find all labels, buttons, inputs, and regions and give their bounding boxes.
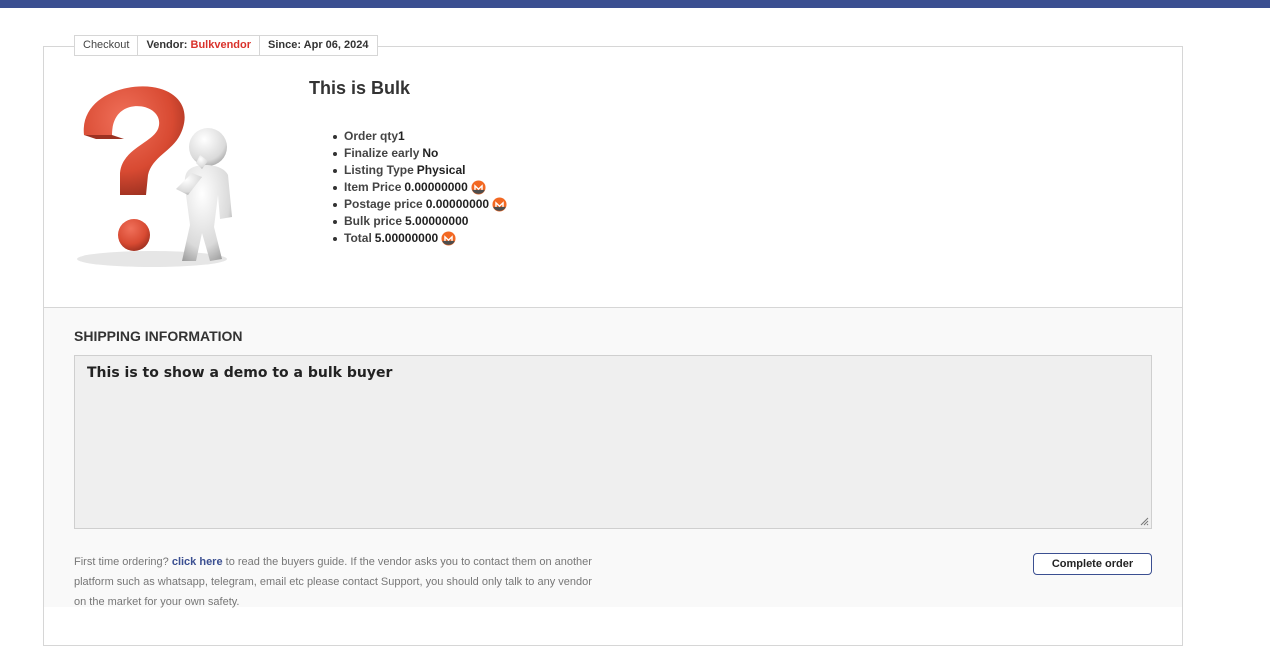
monero-icon bbox=[441, 231, 456, 246]
order-detail-item: Bulk price 5.00000000 bbox=[333, 213, 507, 230]
order-detail-item: Total 5.00000000 bbox=[333, 230, 507, 247]
buyers-guide-link[interactable]: click here bbox=[172, 556, 223, 568]
bullet-icon bbox=[333, 236, 337, 241]
detail-value: No bbox=[422, 146, 439, 160]
detail-label: Postage price bbox=[344, 197, 423, 211]
detail-label: Order qty bbox=[344, 129, 399, 143]
detail-value: 5.00000000 bbox=[405, 214, 469, 228]
top-bar bbox=[0, 0, 1270, 8]
shipping-title: SHIPPING INFORMATION bbox=[74, 328, 243, 344]
detail-label: Bulk price bbox=[344, 214, 403, 228]
monero-icon bbox=[492, 197, 507, 212]
bullet-icon bbox=[333, 185, 337, 190]
product-title: This is Bulk bbox=[309, 78, 411, 98]
tab-checkout[interactable]: Checkout bbox=[75, 36, 139, 55]
detail-label: Finalize early bbox=[344, 146, 420, 160]
vendor-tab: Vendor: Bulkvendor bbox=[138, 36, 261, 55]
note-prefix: First time ordering? bbox=[74, 556, 169, 568]
complete-order-button[interactable]: Complete order bbox=[1033, 553, 1152, 575]
detail-value: 0.00000000 bbox=[404, 180, 468, 194]
bullet-icon bbox=[333, 168, 337, 173]
detail-label: Total bbox=[344, 231, 372, 245]
order-detail-item: Finalize early No bbox=[333, 145, 507, 162]
shipping-info-text: This is to show a demo to a bulk buyer bbox=[87, 365, 393, 381]
order-detail-item: Listing Type Physical bbox=[333, 162, 507, 179]
detail-value: 0.00000000 bbox=[425, 197, 490, 211]
monero-icon bbox=[471, 180, 486, 195]
detail-value: Physical bbox=[416, 163, 466, 177]
bullet-icon bbox=[333, 151, 337, 156]
vendor-link[interactable]: Bulkvendor bbox=[191, 39, 252, 51]
detail-label: Listing Type bbox=[344, 163, 414, 177]
shipping-info-textarea[interactable]: This is to show a demo to a bulk buyer bbox=[74, 355, 1152, 529]
detail-value: 5.00000000 bbox=[374, 231, 439, 245]
order-detail-item: Order qty 1 bbox=[333, 128, 507, 145]
bullet-icon bbox=[333, 134, 337, 139]
buyers-guide-note: First time ordering? click here to read … bbox=[74, 552, 604, 612]
detail-value: 1 bbox=[398, 129, 405, 143]
question-mark-person-icon bbox=[72, 77, 244, 271]
vendor-label: Vendor: bbox=[146, 39, 188, 51]
order-detail-item: Item Price 0.00000000 bbox=[333, 179, 507, 196]
bullet-icon bbox=[333, 219, 337, 224]
bullet-icon bbox=[333, 202, 337, 207]
order-detail-item: Postage price 0.00000000 bbox=[333, 196, 507, 213]
since-tab: Since: Apr 06, 2024 bbox=[268, 39, 369, 51]
detail-label: Item Price bbox=[344, 180, 402, 194]
resize-grip-icon[interactable] bbox=[1140, 517, 1149, 526]
order-tabs: Checkout Vendor: Bulkvendor Since: Apr 0… bbox=[74, 35, 378, 56]
order-details-list: Order qty 1 Finalize early No Listing Type Ph… bbox=[333, 128, 507, 247]
